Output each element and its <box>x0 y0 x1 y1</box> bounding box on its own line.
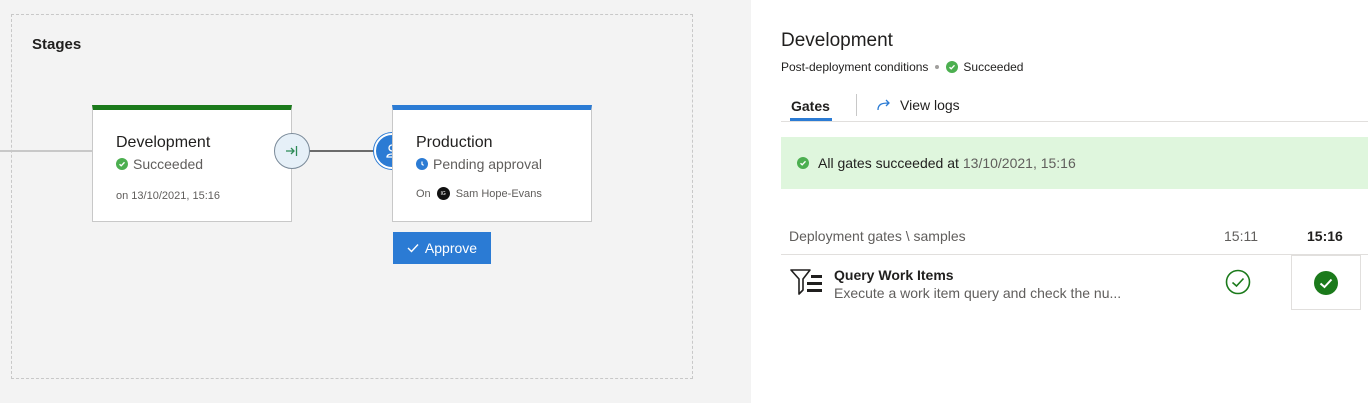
banner-text: All gates succeeded at <box>818 155 959 171</box>
panel-title: Development <box>781 30 893 51</box>
success-banner: All gates succeeded at 13/10/2021, 15:16 <box>781 137 1368 189</box>
gate-description: Execute a work item query and check the … <box>834 285 1122 301</box>
clock-icon <box>416 158 428 170</box>
view-logs-label: View logs <box>900 97 960 113</box>
check-circle-icon <box>946 61 959 73</box>
sample-result-cell-selected[interactable] <box>1291 255 1361 310</box>
query-filter-icon <box>790 269 822 295</box>
separator-dot <box>935 65 940 69</box>
stage-status-label: Pending approval <box>433 156 542 172</box>
approve-label: Approve <box>424 240 478 256</box>
check-circle-outline-icon <box>1225 269 1251 295</box>
conditions-label: Post-deployment conditions <box>781 60 929 74</box>
check-circle-icon <box>116 158 128 170</box>
share-arrow-icon <box>877 99 890 111</box>
stage-card-development[interactable]: Development Succeeded on 13/10/2021, 15:… <box>92 105 292 222</box>
gate-enter-icon <box>286 146 298 156</box>
tab-divider <box>856 94 857 116</box>
stage-connector <box>309 150 375 152</box>
artifact-connector <box>0 150 92 152</box>
checkmark-icon <box>407 244 419 253</box>
status-label: Succeeded <box>963 60 1024 74</box>
stages-title: Stages <box>32 36 82 53</box>
stage-name: Development <box>116 134 211 151</box>
post-deployment-gates-node[interactable] <box>274 133 310 169</box>
pipeline-canvas: Stages Development Succeeded on 13/10/20… <box>0 0 751 403</box>
stage-status: Succeeded <box>116 156 203 172</box>
table-row[interactable]: Query Work Items Execute a work item que… <box>781 255 1368 310</box>
avatar: IG <box>436 187 450 200</box>
approver-name: Sam Hope-Evans <box>455 187 542 200</box>
column-header-sample[interactable]: 15:11 <box>1224 228 1258 244</box>
on-label: On <box>416 187 431 200</box>
stage-status: Pending approval <box>416 156 542 172</box>
gate-name: Query Work Items <box>834 267 954 283</box>
banner-time: 13/10/2021, 15:16 <box>962 155 1076 171</box>
gates-grid-header: Deployment gates \ samples 15:11 15:16 <box>781 218 1368 255</box>
details-panel: Development Post-deployment conditions S… <box>751 0 1368 403</box>
stage-card-production[interactable]: Production Pending approval On IG Sam Ho… <box>392 105 592 222</box>
stage-date: on 13/10/2021, 15:16 <box>116 190 220 202</box>
view-logs-link[interactable]: View logs <box>876 97 960 113</box>
approve-button[interactable]: Approve <box>393 232 491 264</box>
stage-name: Production <box>416 134 493 151</box>
tab-gates[interactable]: Gates <box>791 98 830 114</box>
tab-selected-indicator <box>790 118 832 121</box>
stage-approver: On IG Sam Hope-Evans <box>416 187 542 200</box>
column-header-gates: Deployment gates \ samples <box>789 228 966 244</box>
check-circle-filled-icon <box>1314 270 1338 295</box>
sample-result-cell[interactable] <box>1225 269 1251 300</box>
check-circle-icon <box>797 157 809 169</box>
stage-status-label: Succeeded <box>133 156 204 172</box>
column-header-sample-selected[interactable]: 15:16 <box>1307 228 1343 244</box>
tab-bar: Gates View logs <box>781 94 1368 122</box>
panel-subtitle: Post-deployment conditions Succeeded <box>781 60 1023 74</box>
